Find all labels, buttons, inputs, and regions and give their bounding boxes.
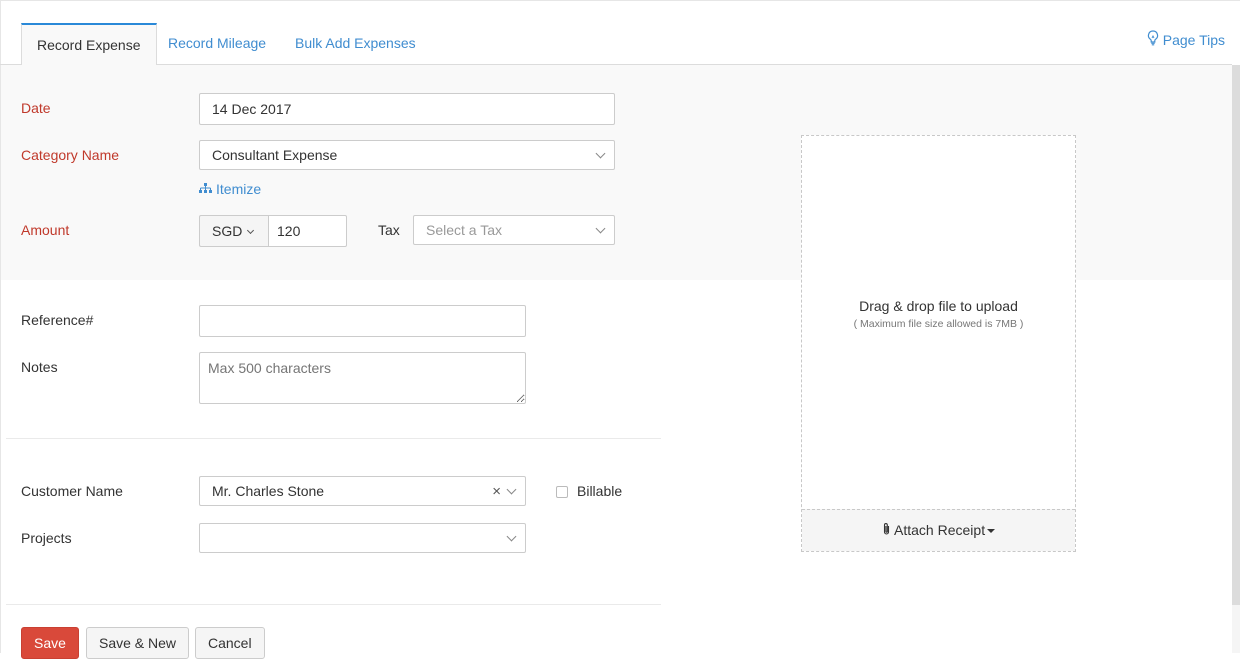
receipt-drop-zone[interactable]: Drag & drop file to upload ( Maximum fil… — [801, 135, 1076, 552]
tax-placeholder: Select a Tax — [426, 222, 503, 238]
section-divider — [6, 438, 661, 439]
billable-checkbox[interactable] — [556, 486, 568, 498]
date-input[interactable]: 14 Dec 2017 — [199, 93, 615, 125]
projects-label: Projects — [21, 530, 72, 546]
amount-label: Amount — [21, 222, 70, 238]
save-button[interactable]: Save — [21, 627, 79, 659]
itemize-label: Itemize — [216, 181, 262, 197]
customer-select[interactable]: Mr. Charles Stone × — [199, 476, 526, 506]
currency-value: SGD — [212, 223, 243, 239]
chevron-down-icon — [506, 531, 517, 542]
notes-label: Notes — [21, 359, 58, 375]
lightbulb-icon — [1147, 30, 1159, 49]
chevron-down-icon — [595, 223, 606, 234]
category-select[interactable]: Consultant Expense — [199, 140, 615, 170]
itemize-link[interactable]: Itemize — [199, 181, 261, 197]
reference-label: Reference# — [21, 312, 94, 328]
footer-divider — [6, 604, 661, 605]
amount-value: 120 — [277, 223, 301, 239]
chevron-down-icon — [247, 226, 255, 235]
tax-label: Tax — [378, 222, 400, 238]
cancel-button[interactable]: Cancel — [195, 627, 265, 659]
attach-receipt-button[interactable]: Attach Receipt — [802, 509, 1075, 551]
paperclip-icon — [882, 522, 894, 538]
date-label: Date — [21, 100, 51, 116]
customer-value: Mr. Charles Stone — [212, 483, 325, 499]
tab-bulk-add-expenses[interactable]: Bulk Add Expenses — [295, 23, 416, 65]
clear-icon[interactable]: × — [492, 483, 501, 501]
scrollbar-thumb[interactable] — [1232, 65, 1240, 605]
projects-select[interactable] — [199, 523, 526, 553]
chevron-down-icon — [595, 148, 606, 159]
customer-label: Customer Name — [21, 483, 123, 499]
amount-input[interactable]: 120 — [268, 215, 347, 247]
currency-select[interactable]: SGD — [199, 215, 269, 247]
drop-zone-subtitle: ( Maximum file size allowed is 7MB ) — [853, 318, 1024, 330]
chevron-down-icon — [506, 484, 517, 495]
tab-record-expense[interactable]: Record Expense — [21, 23, 157, 66]
reference-input[interactable] — [199, 305, 526, 337]
caret-down-icon — [987, 529, 996, 534]
tab-bar: Record Expense Record Mileage Bulk Add E… — [0, 23, 1232, 66]
page-tips-link[interactable]: Page Tips — [1147, 30, 1225, 49]
date-value: 14 Dec 2017 — [212, 101, 292, 117]
save-and-new-button[interactable]: Save & New — [86, 627, 190, 659]
page-tips-label: Page Tips — [1162, 31, 1225, 48]
top-border — [0, 0, 1240, 1]
tax-select[interactable]: Select a Tax — [413, 215, 615, 245]
billable-label: Billable — [577, 483, 623, 499]
drop-zone-title: Drag & drop file to upload — [859, 298, 1018, 314]
attach-receipt-label: Attach Receipt — [894, 522, 986, 538]
tab-record-mileage[interactable]: Record Mileage — [168, 23, 266, 65]
category-value: Consultant Expense — [212, 147, 338, 163]
notes-textarea[interactable] — [199, 352, 526, 404]
category-label: Category Name — [21, 147, 120, 163]
hierarchy-icon — [199, 181, 212, 197]
